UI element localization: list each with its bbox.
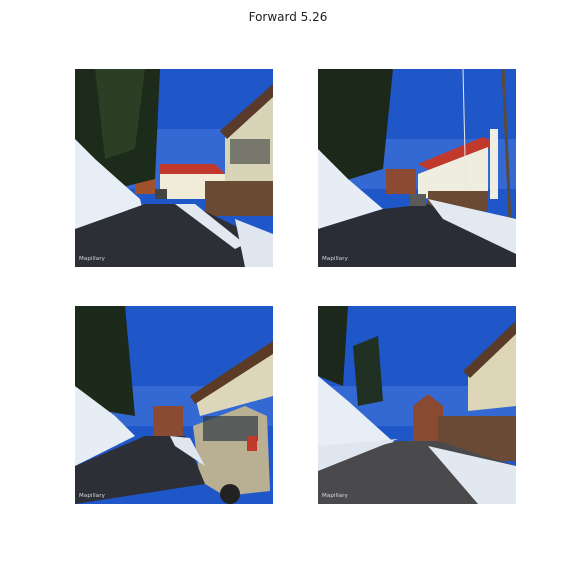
street-photo-2: Mapillary <box>318 69 516 267</box>
street-scene-4 <box>318 306 516 504</box>
watermark: Mapillary <box>79 256 105 262</box>
street-scene-1 <box>75 69 273 267</box>
street-photo-4: Mapillary <box>318 306 516 504</box>
figure-title: Forward 5.26 <box>248 10 328 24</box>
watermark: Mapillary <box>322 256 348 262</box>
watermark: Mapillary <box>79 493 105 499</box>
street-scene-3 <box>75 306 273 504</box>
watermark: Mapillary <box>322 493 348 499</box>
street-scene-2 <box>318 69 516 267</box>
street-photo-1: Mapillary <box>75 69 273 267</box>
street-photo-3: Mapillary <box>75 306 273 504</box>
